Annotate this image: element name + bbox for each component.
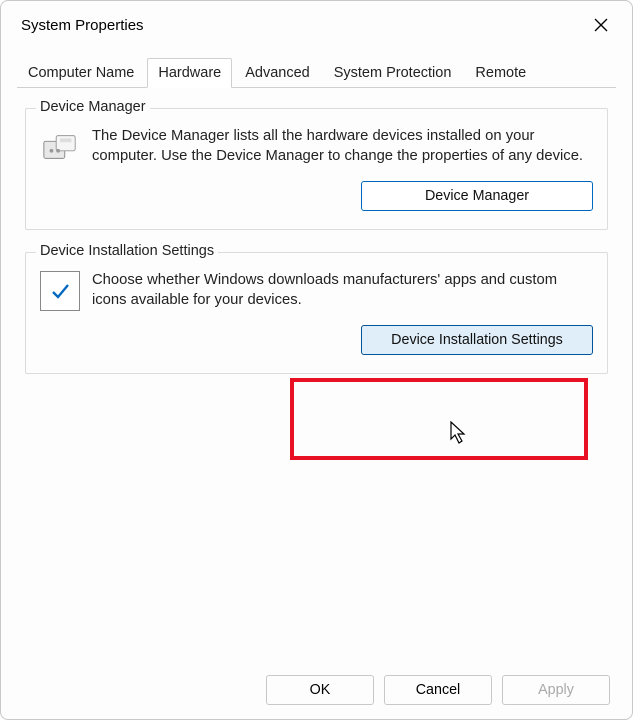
tab-advanced[interactable]: Advanced [234,58,321,88]
tab-strip: Computer Name Hardware Advanced System P… [17,57,616,88]
close-icon [594,18,608,32]
device-manager-text: The Device Manager lists all the hardwar… [92,127,593,167]
titlebar: System Properties [1,1,632,43]
tab-system-protection[interactable]: System Protection [323,58,463,88]
apply-button: Apply [502,675,610,705]
device-installation-text: Choose whether Windows downloads manufac… [92,271,593,311]
window-title: System Properties [21,17,144,34]
device-manager-group-title: Device Manager [36,99,150,115]
cursor-icon [450,421,470,450]
dialog-footer: OK Cancel Apply [266,675,610,705]
system-properties-window: System Properties Computer Name Hardware… [0,0,633,720]
cancel-button[interactable]: Cancel [384,675,492,705]
device-installation-settings-button[interactable]: Device Installation Settings [361,325,593,355]
tab-hardware[interactable]: Hardware [147,58,232,88]
tab-remote[interactable]: Remote [464,58,537,88]
tab-content: Device Manager The Device Manager lists … [1,88,632,416]
ok-button[interactable]: OK [266,675,374,705]
device-installation-group: Device Installation Settings Choose whet… [25,252,608,374]
device-manager-group: Device Manager The Device Manager lists … [25,108,608,230]
tab-computer-name[interactable]: Computer Name [17,58,145,88]
device-installation-group-title: Device Installation Settings [36,243,218,259]
device-manager-button[interactable]: Device Manager [361,181,593,211]
close-button[interactable] [584,11,618,39]
checkmark-icon [40,271,80,311]
device-manager-icon [40,127,80,167]
